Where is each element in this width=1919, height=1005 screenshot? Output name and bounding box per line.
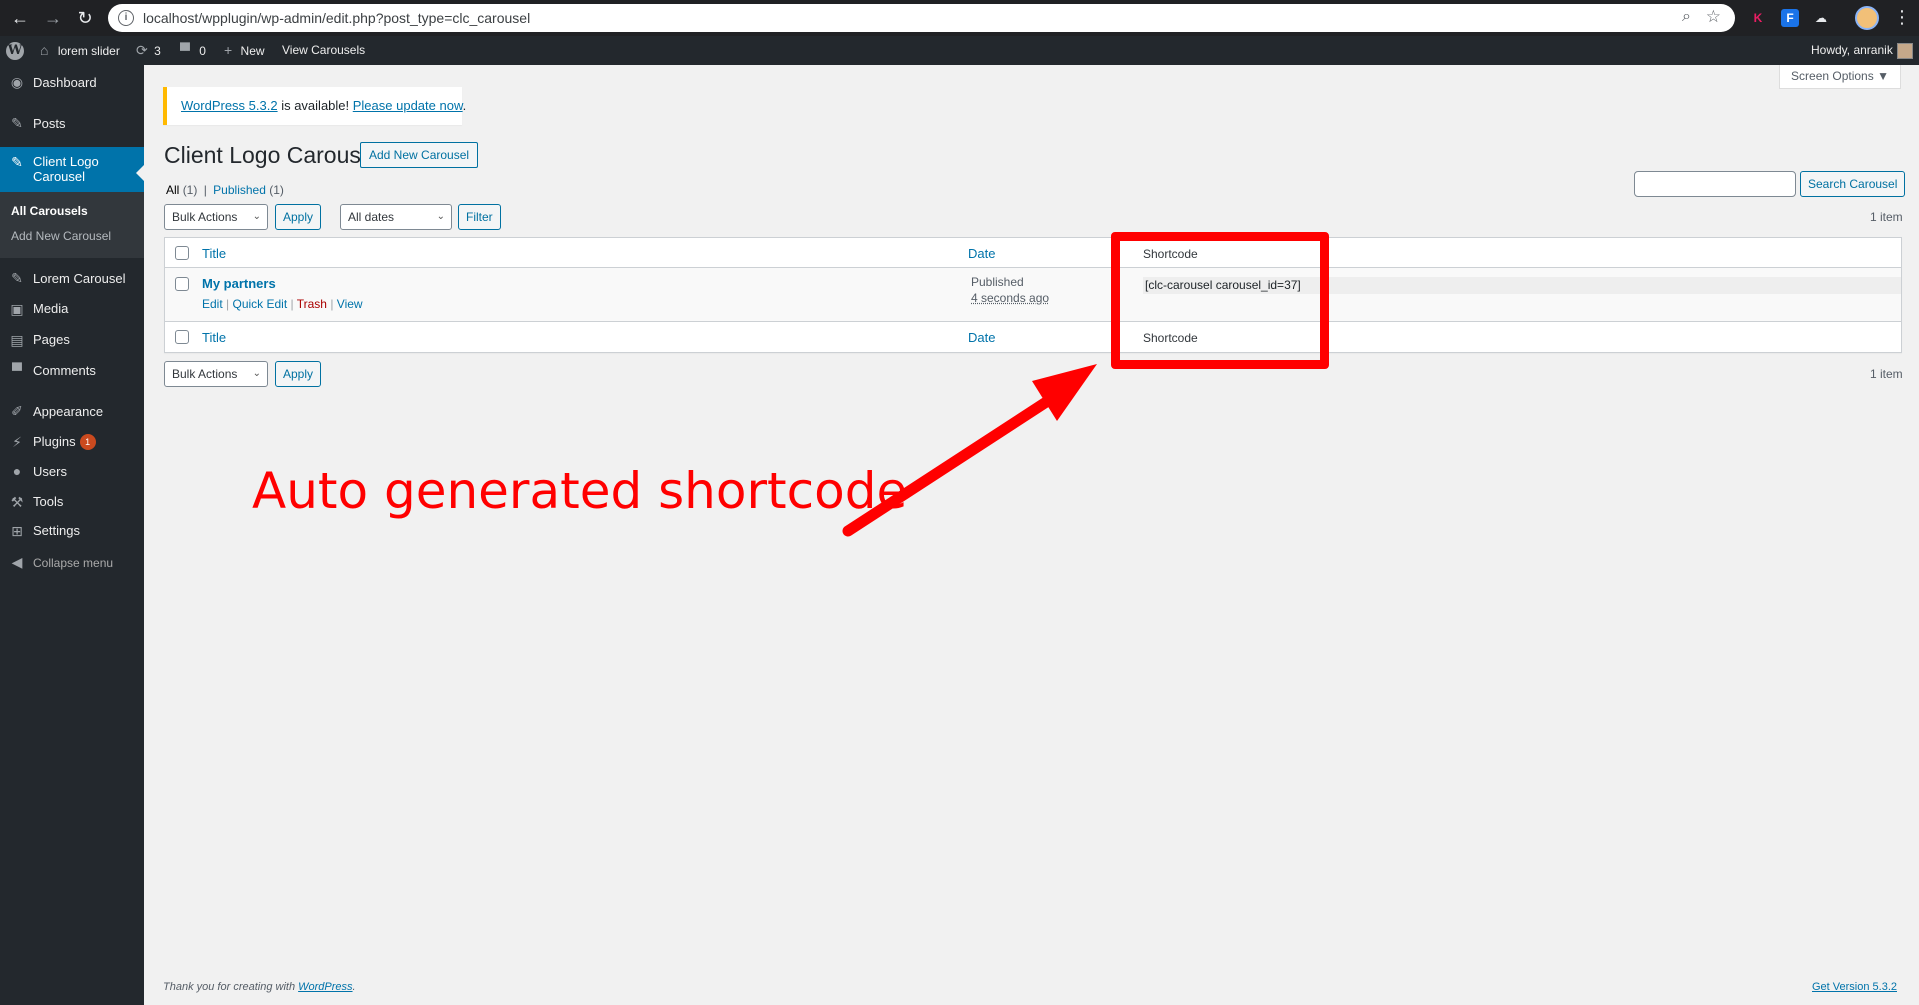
footer-version-link[interactable]: Get Version 5.3.2 [1812, 981, 1897, 993]
annotation-label: Auto generated shortcode [252, 462, 908, 520]
footer-wordpress-link[interactable]: WordPress [298, 981, 352, 993]
footer-thanks: Thank you for creating with WordPress. [163, 981, 356, 993]
arrow-head [1032, 364, 1097, 421]
footer-period: . [352, 981, 356, 993]
footer-thanks-text: Thank you for creating with [163, 981, 299, 993]
